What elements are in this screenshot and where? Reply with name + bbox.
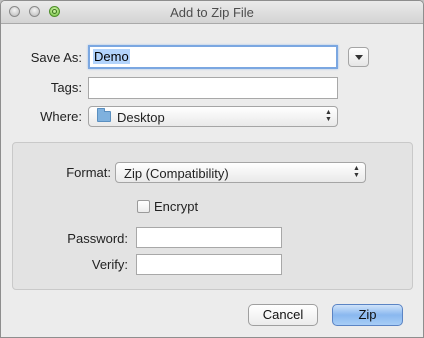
where-popup[interactable]: Desktop ▲ ▼: [88, 106, 338, 127]
encrypt-checkbox[interactable]: [137, 200, 150, 213]
where-value: Desktop: [117, 110, 165, 125]
save-as-value: Demo: [93, 49, 130, 64]
up-down-arrows-icon: ▲ ▼: [325, 109, 332, 123]
format-label: Format:: [66, 165, 111, 180]
up-down-arrows-icon: ▲ ▼: [353, 165, 360, 179]
title-bar[interactable]: Add to Zip File: [1, 1, 423, 24]
format-value: Zip (Compatibility): [124, 166, 229, 181]
password-label: Password:: [67, 231, 128, 246]
zip-button[interactable]: Zip: [332, 304, 403, 326]
tags-label: Tags:: [50, 80, 82, 95]
format-popup[interactable]: Zip (Compatibility) ▲ ▼: [115, 162, 366, 183]
where-label: Where:: [40, 109, 82, 124]
verify-label: Verify:: [91, 257, 128, 272]
expand-dialog-button[interactable]: [348, 47, 369, 67]
cancel-button[interactable]: Cancel: [248, 304, 318, 326]
save-as-field[interactable]: Demo: [88, 45, 338, 69]
tags-field[interactable]: [88, 77, 338, 99]
encrypt-label[interactable]: Encrypt: [154, 199, 198, 214]
save-as-label: Save As:: [30, 50, 82, 65]
dialog-window: Add to Zip File Save As: Demo Tags: Wher…: [0, 0, 424, 338]
folder-icon: [97, 108, 111, 122]
chevron-down-icon: [355, 55, 363, 60]
verify-field[interactable]: [136, 254, 282, 275]
window-title: Add to Zip File: [170, 5, 254, 20]
password-field[interactable]: [136, 227, 282, 248]
